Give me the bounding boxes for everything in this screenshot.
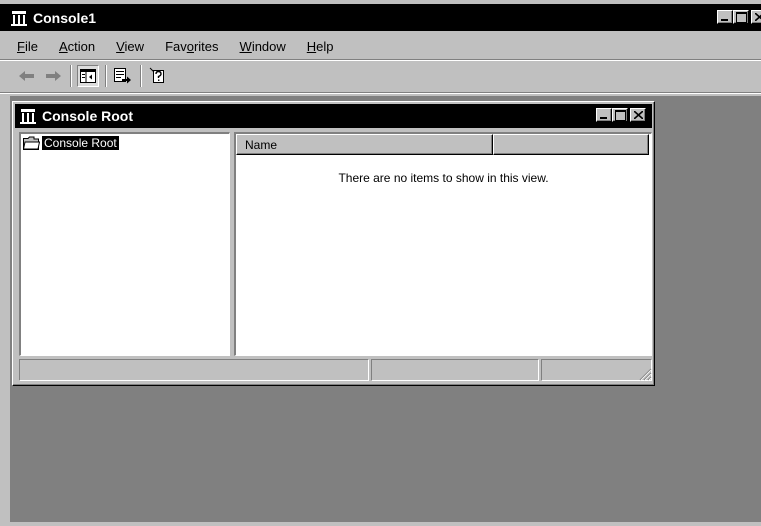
list-pane[interactable]: Name There are no items to show in this …: [234, 132, 652, 356]
menu-help[interactable]: Help: [304, 37, 337, 56]
close-icon: [634, 111, 643, 119]
tree-item-console-root[interactable]: Console Root: [21, 134, 229, 152]
outer-title-bar[interactable]: Console1: [0, 4, 761, 31]
menu-window[interactable]: Window: [237, 37, 289, 56]
menu-window-post: indow: [251, 38, 286, 54]
outer-window-title: Console1: [33, 9, 97, 26]
toolbar-separator: [70, 65, 72, 87]
minimize-button[interactable]: [717, 10, 733, 24]
toolbar-separator: [140, 65, 142, 87]
menu-bar: File Action View Favorites Window Help: [0, 33, 761, 59]
mdi-workspace: Console Root Console Root Name There are…: [10, 96, 761, 522]
menu-file-post: ile: [24, 38, 38, 54]
outer-window-controls: [717, 10, 761, 24]
menu-view-mnemonic: V: [116, 38, 125, 54]
status-bar: [19, 359, 652, 381]
back-arrow-icon: [19, 71, 34, 81]
column-header-blank[interactable]: [493, 134, 649, 155]
menu-favorites[interactable]: Favorites: [162, 37, 221, 56]
menu-view[interactable]: View: [113, 37, 147, 56]
mmc-app-icon: [11, 10, 27, 26]
toolbar-separator: [105, 65, 107, 87]
menu-file-mnemonic: F: [17, 38, 25, 54]
menu-favorites-pre: Fav: [165, 38, 187, 54]
resize-grip-icon[interactable]: [638, 367, 652, 381]
close-button[interactable]: [751, 10, 761, 24]
empty-list-message: There are no items to show in this view.: [338, 171, 549, 185]
mmc-console-icon: [20, 109, 36, 124]
menu-file[interactable]: File: [14, 37, 41, 56]
menu-action-post: ction: [67, 38, 96, 54]
menu-action-mnemonic: A: [58, 38, 68, 54]
menu-help-mnemonic: H: [306, 38, 317, 54]
status-panel-3: [541, 359, 652, 381]
export-list-button[interactable]: [112, 65, 134, 87]
menu-action[interactable]: Action: [56, 37, 98, 56]
help-button[interactable]: [147, 65, 169, 87]
tree-item-label: Console Root: [41, 135, 120, 151]
menu-window-mnemonic: W: [239, 38, 252, 54]
menu-favorites-post: rites: [193, 38, 219, 54]
console-root-window: Console Root Console Root Name There are…: [12, 101, 655, 386]
back-button[interactable]: [16, 65, 38, 87]
child-close-button[interactable]: [630, 108, 646, 122]
forward-arrow-icon: [46, 71, 61, 81]
column-header-name[interactable]: Name: [236, 134, 493, 155]
tree-pane[interactable]: Console Root: [19, 132, 230, 356]
folder-icon: [23, 136, 40, 150]
forward-button[interactable]: [42, 65, 64, 87]
status-panel-1: [19, 359, 369, 381]
child-title-bar[interactable]: Console Root: [15, 104, 652, 128]
menu-view-post: iew: [124, 38, 145, 54]
child-window-controls: [596, 108, 646, 122]
help-icon: [149, 67, 164, 83]
maximize-button[interactable]: [733, 10, 749, 24]
show-hide-tree-icon: [80, 69, 96, 83]
show-hide-tree-button[interactable]: [77, 65, 99, 87]
menu-favorites-mnemonic: o: [186, 38, 194, 54]
child-window-title: Console Root: [42, 108, 133, 124]
close-icon: [755, 13, 761, 21]
list-header: Name: [236, 134, 651, 155]
export-list-icon: [114, 68, 131, 84]
toolbar-bottom-divider: [0, 92, 761, 94]
menu-help-post: elp: [316, 38, 334, 54]
child-minimize-button[interactable]: [596, 108, 612, 122]
toolbar: [0, 61, 761, 91]
child-maximize-button[interactable]: [612, 108, 628, 122]
status-panel-2: [371, 359, 539, 381]
